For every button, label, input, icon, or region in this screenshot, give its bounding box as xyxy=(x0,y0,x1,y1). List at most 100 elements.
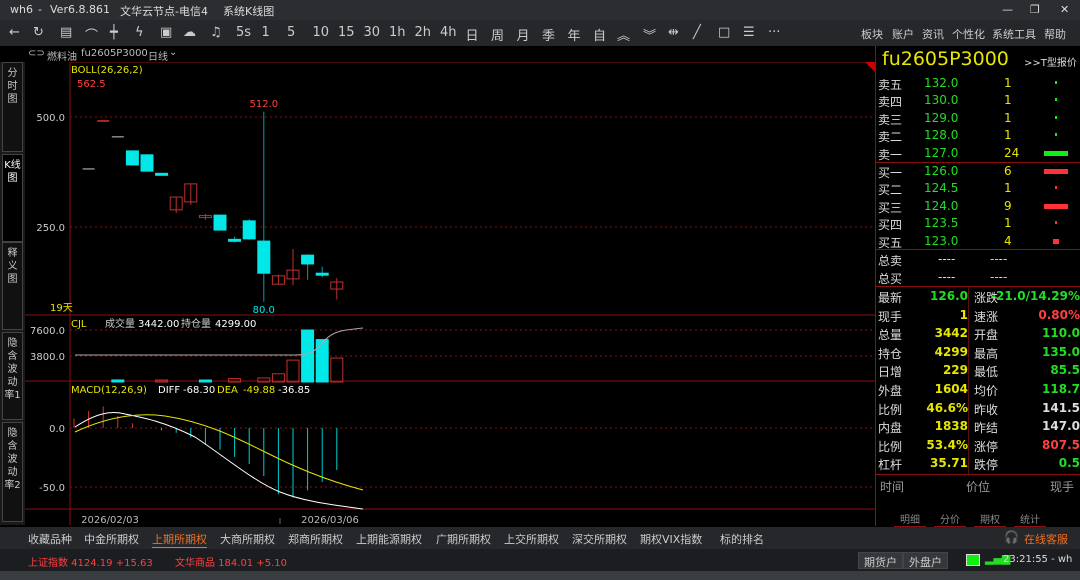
t-quote-link[interactable]: >>T型报价 xyxy=(1024,54,1077,69)
period-10[interactable]: 周 xyxy=(491,25,504,44)
cloud-icon[interactable]: ☁ xyxy=(183,25,196,40)
nav-tab-0[interactable]: 分时图 xyxy=(2,62,23,152)
period-8[interactable]: 4h xyxy=(440,25,457,40)
rect-tool-icon[interactable]: □ xyxy=(718,25,730,40)
draw-icon[interactable]: ϟ xyxy=(135,25,144,40)
expand-icon[interactable]: ⇹ xyxy=(668,25,679,40)
minimize-button[interactable]: — xyxy=(1002,3,1013,16)
menu-1[interactable]: 账户 xyxy=(892,26,914,42)
scroll-down-icon[interactable]: ︾ xyxy=(643,25,656,44)
stat-value: 229 xyxy=(942,363,968,378)
y-tick: 3800.0 xyxy=(30,352,65,363)
stat-value: 53.4% xyxy=(926,437,968,452)
headset-icon[interactable]: 🎧 xyxy=(1004,530,1019,544)
exchange-tab-10[interactable]: 标的排名 xyxy=(720,531,764,547)
list-icon[interactable]: ☰ xyxy=(743,25,755,40)
foreign-account-button[interactable]: 外盘户 xyxy=(903,552,948,569)
candle-icon[interactable]: ┿ xyxy=(110,25,118,40)
exchange-tab-2[interactable]: 上期所期权 xyxy=(152,531,207,548)
menu-2[interactable]: 资讯 xyxy=(922,26,944,42)
period-12[interactable]: 季 xyxy=(542,25,555,44)
view-name: 系统K线图 xyxy=(223,5,275,18)
maximize-button[interactable]: ❐ xyxy=(1030,3,1040,16)
nav-tab-2[interactable]: 释义图 xyxy=(2,242,23,330)
line-chart-icon[interactable]: ⌒ xyxy=(85,25,98,44)
book-price: 132.0 xyxy=(924,76,959,90)
menu-3[interactable]: 个性化 xyxy=(952,26,985,42)
period-4[interactable]: 15 xyxy=(338,25,355,40)
period-0[interactable]: 5s xyxy=(236,25,251,40)
exchange-tab-3[interactable]: 大商所期权 xyxy=(220,531,275,547)
volume-bar xyxy=(1044,203,1068,209)
y-tick: 7600.0 xyxy=(30,326,65,337)
period-7[interactable]: 2h xyxy=(415,25,432,40)
period-14[interactable]: 自 xyxy=(593,25,606,44)
dea-label: DEA xyxy=(217,385,238,396)
futures-account-button[interactable]: 期货户 xyxy=(858,552,903,569)
more-icon[interactable]: ··· xyxy=(768,25,780,40)
diff-value: -68.30 xyxy=(183,385,215,396)
refresh-icon[interactable]: ↻ xyxy=(33,25,44,40)
exchange-tab-6[interactable]: 广期所期权 xyxy=(436,531,491,547)
volume-label: 成交量 xyxy=(105,317,135,330)
book-price: 127.0 xyxy=(924,145,959,160)
period-1[interactable]: 1 xyxy=(262,25,270,40)
quote-tab-3[interactable]: 统计 xyxy=(1014,511,1046,527)
candle-body xyxy=(315,272,329,276)
stat-value: 1838 xyxy=(934,419,968,434)
book-volume: 1 xyxy=(1004,93,1012,108)
scroll-up-icon[interactable]: ︽ xyxy=(617,25,630,44)
line-tool-icon[interactable]: ╱ xyxy=(693,25,701,40)
stat-value: 85.5 xyxy=(1050,363,1080,378)
exchange-tab-1[interactable]: 中金所期权 xyxy=(84,531,139,547)
book-volume: 6 xyxy=(1004,164,1012,178)
nav-tab-1[interactable]: K线图 xyxy=(2,154,23,242)
exchange-tab-0[interactable]: 收藏品种 xyxy=(28,531,72,547)
exchange-tab-7[interactable]: 上交所期权 xyxy=(504,531,559,547)
exchange-tabs: 🎧 在线客服 收藏品种 中金所期权 上期所期权 大商所期权 郑商所期权 上期能源期权 广期所… xyxy=(0,527,1080,549)
exchange-tab-5[interactable]: 上期能源期权 xyxy=(356,531,422,547)
alarm-icon[interactable]: ♫ xyxy=(210,25,222,40)
close-button[interactable]: ✕ xyxy=(1060,3,1069,16)
link-icon[interactable]: ⊂⊃ xyxy=(28,48,45,59)
period-11[interactable]: 月 xyxy=(517,25,530,44)
exchange-tab-8[interactable]: 深交所期权 xyxy=(572,531,627,547)
chart-area[interactable]: 500.0 250.0 BOLL(26,26,2) 562.5 19天 512.0 80.0… xyxy=(25,62,875,525)
back-icon[interactable]: ← xyxy=(9,25,20,40)
online-service[interactable]: 在线客服 xyxy=(1024,531,1068,547)
stat-label: 最高 xyxy=(974,346,999,361)
menu-5[interactable]: 帮助 xyxy=(1044,26,1066,42)
period-2[interactable]: 5 xyxy=(287,25,295,40)
chevron-down-icon[interactable]: ⌄ xyxy=(169,47,177,58)
table-icon[interactable]: ▤ xyxy=(60,25,72,40)
quote-tab-2[interactable]: 期权 xyxy=(974,511,1006,527)
quote-tab-1[interactable]: 分价 xyxy=(934,511,966,527)
total-label: 总卖 xyxy=(878,254,903,268)
menu-4[interactable]: 系统工具 xyxy=(992,26,1036,42)
stat-label: 持仓 xyxy=(878,346,903,361)
period-select[interactable]: 日线 xyxy=(148,48,168,63)
stat-label: 跌停 xyxy=(974,458,999,473)
app-name: wh6 xyxy=(10,3,33,16)
quote-tab-0[interactable]: 明细 xyxy=(894,511,926,527)
order-book-row: 买三 124.0 9 xyxy=(878,198,1078,215)
volume-bar xyxy=(1044,169,1068,174)
exchange-tab-4[interactable]: 郑商所期权 xyxy=(288,531,343,547)
exchange-tab-9[interactable]: 期权VIX指数 xyxy=(640,531,702,547)
order-book-row: 卖三 129.0 1 xyxy=(878,110,1078,127)
book-volume: 1 xyxy=(1004,110,1012,125)
nav-tab-4[interactable]: 隐含波动率2 xyxy=(2,422,23,522)
layout-icon[interactable]: ▣ xyxy=(160,25,172,40)
divider xyxy=(876,249,1080,250)
x-label: 2026/02/03 xyxy=(81,515,139,525)
period-6[interactable]: 1h xyxy=(389,25,406,40)
period-5[interactable]: 30 xyxy=(364,25,381,40)
nav-tab-3[interactable]: 隐含波动率1 xyxy=(2,332,23,420)
book-price: 129.0 xyxy=(924,110,959,125)
total-label: 总买 xyxy=(878,272,903,286)
period-3[interactable]: 10 xyxy=(313,25,330,40)
menu-0[interactable]: 板块 xyxy=(861,26,883,42)
period-13[interactable]: 年 xyxy=(568,25,581,44)
period-9[interactable]: 日 xyxy=(466,25,479,44)
book-price: 123.5 xyxy=(924,216,959,231)
